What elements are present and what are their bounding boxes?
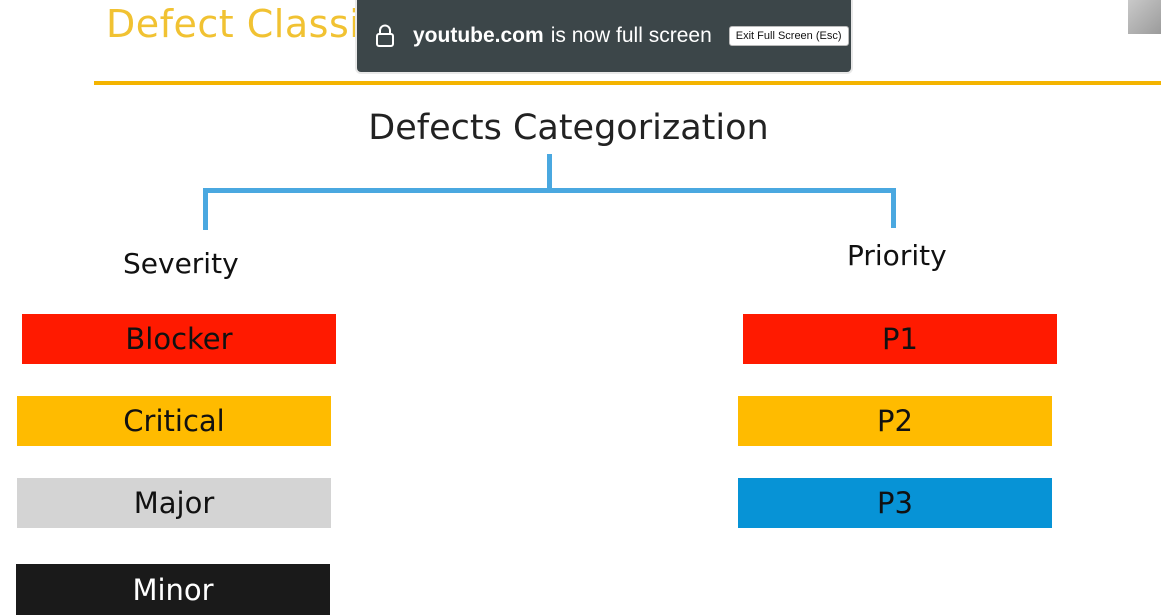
priority-p3-label: P3 xyxy=(877,486,913,520)
priority-p2-label: P2 xyxy=(877,404,913,438)
fullscreen-domain: youtube.com xyxy=(413,24,544,47)
video-slide: Defect Classification Defects Categoriza… xyxy=(0,0,1161,615)
diagram-heading: Defects Categorization xyxy=(368,108,769,148)
priority-p1-box: P1 xyxy=(743,314,1057,364)
severity-blocker-box: Blocker xyxy=(22,314,336,364)
severity-critical-label: Critical xyxy=(123,404,225,438)
lock-icon xyxy=(376,24,394,47)
connector-bar xyxy=(203,188,896,193)
severity-label: Severity xyxy=(123,247,239,280)
title-underline xyxy=(94,81,1161,85)
severity-major-box: Major xyxy=(17,478,331,528)
priority-p3-box: P3 xyxy=(738,478,1052,528)
exit-fullscreen-button[interactable]: Exit Full Screen (Esc) xyxy=(728,26,849,46)
priority-p1-label: P1 xyxy=(882,322,918,356)
severity-minor-label: Minor xyxy=(132,572,214,607)
connector-left-drop xyxy=(203,188,208,230)
fullscreen-notification: youtube.com is now full screen Exit Full… xyxy=(355,0,853,74)
severity-minor-box: Minor xyxy=(16,564,330,615)
presenter-thumbnail xyxy=(1128,0,1161,34)
connector-right-drop xyxy=(891,188,896,228)
priority-p2-box: P2 xyxy=(738,396,1052,446)
connector-stem xyxy=(547,154,552,192)
severity-critical-box: Critical xyxy=(17,396,331,446)
priority-label: Priority xyxy=(847,239,947,272)
severity-major-label: Major xyxy=(133,486,215,520)
fullscreen-message: is now full screen xyxy=(550,24,712,47)
severity-blocker-label: Blocker xyxy=(125,322,233,356)
